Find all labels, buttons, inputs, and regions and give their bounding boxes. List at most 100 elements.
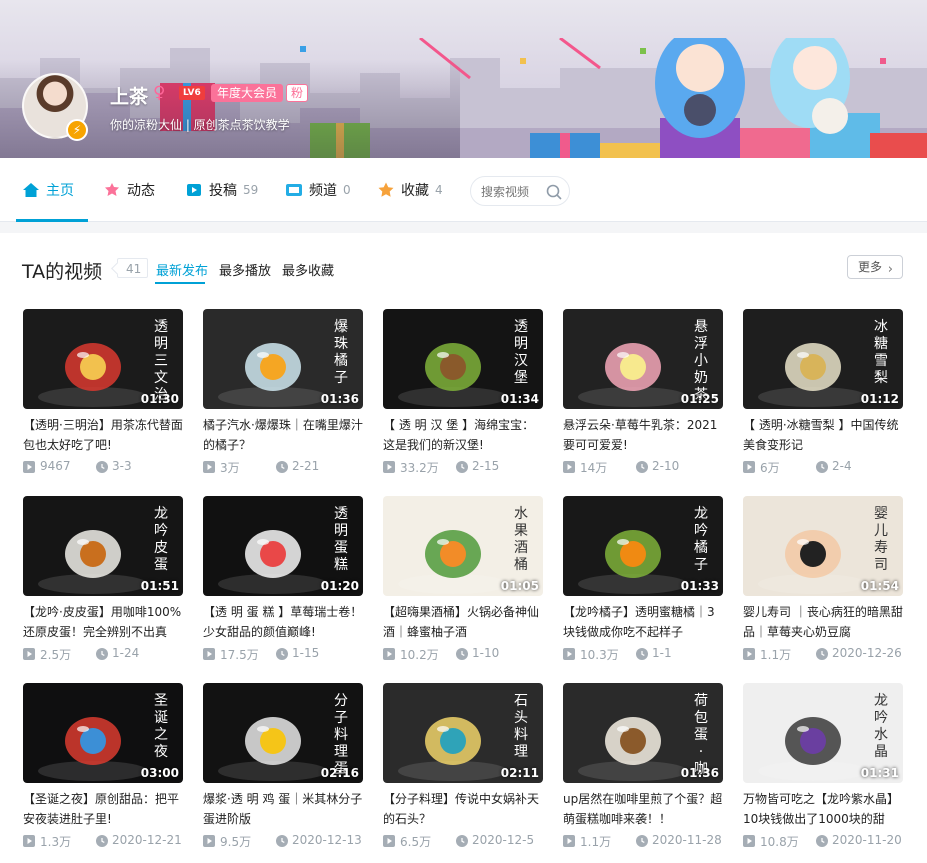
- video-title[interactable]: 【龙吟·皮皮蛋】用咖啡100%还原皮蛋！完全辨别不出真: [23, 602, 183, 642]
- tab-uploads-count: 59: [243, 183, 259, 197]
- svg-text:子: 子: [334, 710, 348, 726]
- video-card[interactable]: 龙吟橘子 01:33 【龙吟橘子】透明蜜糖橘｜3块钱做成你吃不起样子 10.3万 1-1: [563, 496, 723, 666]
- video-card[interactable]: 爆珠橘子 01:36 橘子汽水·爆爆珠｜在嘴里爆汁的橘子？ 3万 2-21: [203, 309, 363, 479]
- video-card[interactable]: 透明三文治 01:30 【透明·三明治】用茶冻代替面包也太好吃了吧! 9467 3-3: [23, 309, 183, 479]
- svg-text:水: 水: [514, 506, 528, 522]
- svg-text:晶: 晶: [874, 744, 888, 760]
- upload-date: 2020-12-5: [472, 833, 535, 847]
- video-thumbnail[interactable]: 龙吟水晶 01:31: [743, 683, 903, 783]
- video-card[interactable]: 龙吟皮蛋 01:51 【龙吟·皮皮蛋】用咖啡100%还原皮蛋！完全辨别不出真 2.5万…: [23, 496, 183, 666]
- clock-icon: [816, 461, 828, 473]
- video-thumbnail[interactable]: 水果酒桶 01:05: [383, 496, 543, 596]
- svg-text:圣: 圣: [154, 693, 168, 709]
- video-thumbnail[interactable]: 悬浮小奶茶 01:25: [563, 309, 723, 409]
- video-meta: 10.2万 1-10: [383, 646, 543, 662]
- svg-text:蛋: 蛋: [334, 540, 348, 556]
- video-card[interactable]: 透明蛋糕 01:20 【透 明 蛋 糕 】草莓瑞士卷！少女甜品的颜值巅峰! 17.5万…: [203, 496, 363, 666]
- video-title[interactable]: 【透 明 蛋 糕 】草莓瑞士卷！少女甜品的颜值巅峰!: [203, 602, 363, 642]
- video-thumbnail[interactable]: 冰糖雪梨 01:12: [743, 309, 903, 409]
- video-title[interactable]: 【透明·三明治】用茶冻代替面包也太好吃了吧!: [23, 415, 183, 455]
- video-card[interactable]: 透明汉堡 01:34 【 透 明 汉 堡 】海绵宝宝：这是我们的新汉堡! 33.2万 2…: [383, 309, 543, 479]
- video-thumbnail[interactable]: 圣诞之夜 03:00: [23, 683, 183, 783]
- video-title[interactable]: 【圣诞之夜】原创甜品：把平安夜装进肚子里!: [23, 789, 183, 829]
- video-title[interactable]: up居然在咖啡里煎了个蛋？超萌蛋糕咖啡来袭！！: [563, 789, 723, 829]
- svg-text:果: 果: [514, 523, 528, 539]
- svg-text:婴: 婴: [874, 506, 888, 522]
- svg-text:明: 明: [154, 336, 168, 352]
- tab-channels[interactable]: 频道 0: [285, 158, 351, 222]
- svg-text:夜: 夜: [154, 744, 168, 760]
- video-count-badge: 41: [117, 258, 149, 278]
- sort-most-favorited[interactable]: 最多收藏: [282, 260, 334, 279]
- video-meta: 9.5万 2020-12-13: [203, 833, 363, 849]
- svg-text:荷: 荷: [694, 693, 708, 709]
- svg-text:吟: 吟: [874, 710, 888, 726]
- video-thumbnail[interactable]: 透明三文治 01:30: [23, 309, 183, 409]
- tab-favorites[interactable]: 收藏 4: [377, 158, 443, 222]
- video-meta: 2.5万 1-24: [23, 646, 183, 662]
- play-count-icon: [203, 461, 215, 473]
- video-title[interactable]: 橘子汽水·爆爆珠｜在嘴里爆汁的橘子？: [203, 415, 363, 455]
- svg-text:理: 理: [334, 744, 348, 760]
- video-duration: 01:30: [140, 392, 179, 406]
- sort-most-played[interactable]: 最多播放: [219, 260, 271, 279]
- video-thumbnail[interactable]: 爆珠橘子 01:36: [203, 309, 363, 409]
- sort-latest[interactable]: 最新发布: [156, 260, 208, 279]
- upload-date: 2-4: [832, 459, 852, 473]
- video-title[interactable]: 【超嗨果酒桶】火锅必备神仙酒｜蜂蜜柚子酒: [383, 602, 543, 642]
- video-card[interactable]: 婴儿寿司 01:54 婴儿寿司 ｜丧心病狂的暗黑甜品｜草莓夹心奶豆腐 1.1万 2020…: [743, 496, 903, 666]
- tab-dynamic[interactable]: 动态: [103, 158, 155, 222]
- video-duration: 01:31: [860, 766, 899, 780]
- video-thumbnail[interactable]: 婴儿寿司 01:54: [743, 496, 903, 596]
- fan-badge[interactable]: 粉: [286, 84, 309, 102]
- search-box[interactable]: [470, 176, 570, 206]
- video-card[interactable]: 龙吟水晶 01:31 万物皆可吃之【龙吟紫水晶】10块钱做出了1000块的甜 10.8…: [743, 683, 903, 853]
- play-count-icon: [743, 461, 755, 473]
- clock-icon: [456, 648, 468, 660]
- vip-badge[interactable]: 年度大会员: [211, 84, 284, 102]
- video-thumbnail[interactable]: 龙吟皮蛋 01:51: [23, 496, 183, 596]
- video-thumbnail[interactable]: 分子料理蛋 02:16: [203, 683, 363, 783]
- video-section: TA的视频 41 最新发布 最多播放 最多收藏 更多 › 透明三文治 01:30 【…: [0, 233, 927, 863]
- video-thumbnail[interactable]: 石头料理 02:11: [383, 683, 543, 783]
- video-card[interactable]: 荷包蛋 · 咖 01:36 up居然在咖啡里煎了个蛋？超萌蛋糕咖啡来袭！！ 1.1万 202…: [563, 683, 723, 853]
- female-icon: ♀: [153, 83, 166, 103]
- upload-date: 1-10: [472, 646, 500, 660]
- video-thumbnail[interactable]: 透明汉堡 01:34: [383, 309, 543, 409]
- more-button[interactable]: 更多 ›: [847, 255, 903, 279]
- video-card[interactable]: 圣诞之夜 03:00 【圣诞之夜】原创甜品：把平安夜装进肚子里! 1.3万 2020-1…: [23, 683, 183, 853]
- video-thumbnail[interactable]: 透明蛋糕 01:20: [203, 496, 363, 596]
- video-title[interactable]: 婴儿寿司 ｜丧心病狂的暗黑甜品｜草莓夹心奶豆腐: [743, 602, 903, 642]
- video-title[interactable]: 【龙吟橘子】透明蜜糖橘｜3块钱做成你吃不起样子: [563, 602, 723, 642]
- svg-text:龙: 龙: [694, 506, 708, 522]
- svg-text:明: 明: [334, 523, 348, 539]
- play-count: 3万: [220, 461, 240, 475]
- video-thumbnail[interactable]: 龙吟橘子 01:33: [563, 496, 723, 596]
- play-count: 10.8万: [760, 835, 799, 849]
- video-card[interactable]: 悬浮小奶茶 01:25 悬浮云朵·草莓牛乳茶：2021要可可爱爱! 14万 2-10: [563, 309, 723, 479]
- video-card[interactable]: 水果酒桶 01:05 【超嗨果酒桶】火锅必备神仙酒｜蜂蜜柚子酒 10.2万 1-10: [383, 496, 543, 666]
- video-title[interactable]: 悬浮云朵·草莓牛乳茶：2021要可可爱爱!: [563, 415, 723, 455]
- svg-text:透: 透: [334, 506, 348, 522]
- tab-uploads[interactable]: 投稿 59: [185, 158, 258, 222]
- upload-date: 2020-12-21: [112, 833, 182, 847]
- video-title[interactable]: 爆浆·透 明 鸡 蛋｜米其林分子蛋进阶版: [203, 789, 363, 829]
- video-title[interactable]: 【 透 明 汉 堡 】海绵宝宝：这是我们的新汉堡!: [383, 415, 543, 455]
- more-button-label: 更多: [858, 260, 883, 274]
- clock-icon: [456, 835, 468, 847]
- video-thumbnail[interactable]: 荷包蛋 · 咖 01:36: [563, 683, 723, 783]
- video-title[interactable]: 【分子料理】传说中女娲补天的石头？: [383, 789, 543, 829]
- tab-home[interactable]: 主页: [22, 158, 74, 222]
- play-count: 1.3万: [40, 835, 72, 849]
- search-input[interactable]: [481, 183, 545, 201]
- video-card[interactable]: 石头料理 02:11 【分子料理】传说中女娲补天的石头？ 6.5万 2020-12-5: [383, 683, 543, 853]
- search-icon[interactable]: [545, 183, 563, 201]
- video-card[interactable]: 分子料理蛋 02:16 爆浆·透 明 鸡 蛋｜米其林分子蛋进阶版 9.5万 2020-1…: [203, 683, 363, 853]
- video-title[interactable]: 【 透明·冰糖雪梨 】中国传统美食变形记: [743, 415, 903, 455]
- svg-text:明: 明: [514, 336, 528, 352]
- video-card[interactable]: 冰糖雪梨 01:12 【 透明·冰糖雪梨 】中国传统美食变形记 6万 2-4: [743, 309, 903, 479]
- video-title[interactable]: 万物皆可吃之【龙吟紫水晶】10块钱做出了1000块的甜: [743, 789, 903, 829]
- svg-text:文: 文: [154, 370, 168, 386]
- play-count: 10.2万: [400, 648, 439, 662]
- play-count: 10.3万: [580, 648, 619, 662]
